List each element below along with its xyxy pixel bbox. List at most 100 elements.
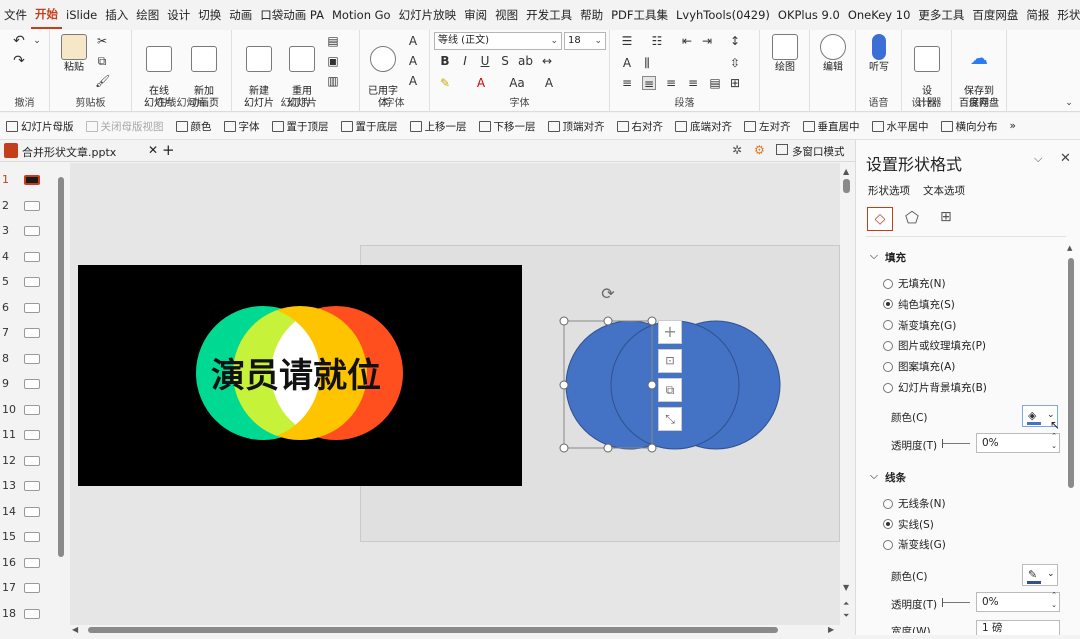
toolbar-button-12[interactable]: 垂直居中 <box>797 119 866 134</box>
line-option-0[interactable]: 无线条(N) <box>883 496 946 511</box>
toolbar-button-2[interactable]: 颜色 <box>170 119 218 134</box>
outdent-icon[interactable]: ⇥ <box>700 34 714 48</box>
align-center-icon[interactable]: ≡ <box>642 76 656 91</box>
italic-icon[interactable]: I <box>458 54 472 68</box>
toolbar-button-3[interactable]: 字体 <box>218 119 266 134</box>
thumb-scrollbar[interactable] <box>57 165 65 630</box>
scroll-up-icon[interactable]: ▲ <box>1067 244 1072 252</box>
undo-icon[interactable]: ↶ <box>12 34 26 48</box>
paste-button[interactable]: 粘贴 <box>56 34 92 74</box>
menu-tab-22[interactable]: 形状 <box>1053 0 1080 30</box>
scroll-left-icon[interactable]: ◀ <box>72 625 78 634</box>
slide-thumbnail[interactable]: 11 <box>0 424 56 448</box>
slide-thumbnail[interactable]: 13 <box>0 475 56 499</box>
menu-tab-0[interactable]: 文件 <box>0 0 31 30</box>
text-direction-icon[interactable]: A <box>620 56 634 70</box>
toolbar-button-13[interactable]: 水平居中 <box>866 119 935 134</box>
slide-thumbnail[interactable]: 17 <box>0 577 56 601</box>
new-tab-icon[interactable]: + <box>162 141 175 159</box>
menu-tab-7[interactable]: 动画 <box>225 0 256 30</box>
slide-thumbnail[interactable]: 9 <box>0 373 56 397</box>
tab-text-options[interactable]: 文本选项 <box>923 183 965 198</box>
char-spacing-icon[interactable]: ↔ <box>540 54 554 68</box>
menu-tab-20[interactable]: 百度网盘 <box>968 0 1022 30</box>
fill-radio[interactable] <box>883 278 893 289</box>
columns-icon[interactable]: ⫼ <box>640 56 654 70</box>
line-radio[interactable] <box>883 519 893 529</box>
clear-format-icon[interactable]: A <box>542 76 556 90</box>
slide-thumbnail[interactable]: 2 <box>0 195 56 219</box>
strikethrough-icon[interactable]: ab <box>518 54 533 68</box>
slide-thumbnail[interactable]: 6 <box>0 297 56 321</box>
scroll-right-icon[interactable]: ▶ <box>828 625 834 634</box>
fill-line-icon[interactable]: ◇ <box>867 207 893 231</box>
slide-thumbnail[interactable]: 3 <box>0 220 56 244</box>
close-pane-icon[interactable]: ✕ <box>1060 151 1071 166</box>
toolbar-button-14[interactable]: 横向分布 <box>935 119 1004 134</box>
spinner-icon[interactable]: ⌃ ⌄ <box>1051 590 1057 610</box>
highlight-icon[interactable]: ✎ <box>438 76 452 90</box>
change-case-icon[interactable]: Aa <box>506 76 528 90</box>
arrange-icon[interactable]: ⧉ <box>658 378 682 402</box>
scroll-up-icon[interactable]: ▲ <box>843 167 849 176</box>
slide-thumbnail[interactable]: 5 <box>0 271 56 295</box>
menu-tab-2[interactable]: iSlide <box>62 0 101 30</box>
slide-thumbnail[interactable]: 18 <box>0 603 56 627</box>
slide-thumbnail[interactable]: 10 <box>0 399 56 423</box>
menu-tab-16[interactable]: LvyhTools(0429) <box>672 0 774 30</box>
line-option-2[interactable]: 渐变线(G) <box>883 537 946 552</box>
section-icon[interactable]: ▥ <box>326 74 340 88</box>
slide-thumbnail[interactable]: 12 <box>0 450 56 474</box>
format-painter-icon[interactable]: 🖌 <box>95 74 110 88</box>
dictate-button[interactable]: 听写 <box>862 34 896 74</box>
menu-tab-6[interactable]: 切换 <box>194 0 225 30</box>
pane-scrollbar-thumb[interactable] <box>1068 258 1074 488</box>
fill-option-0[interactable]: 无填充(N) <box>883 276 946 291</box>
slide-thumbnail[interactable]: 15 <box>0 526 56 550</box>
toolbar-button-5[interactable]: 置于底层 <box>335 119 404 134</box>
edit-button[interactable]: 编辑 <box>816 34 850 74</box>
add-icon[interactable]: + <box>658 320 682 344</box>
justify-icon[interactable]: ≡ <box>686 76 700 90</box>
font-size-select[interactable]: 18 ⌄ <box>564 32 606 50</box>
menu-tab-13[interactable]: 开发工具 <box>522 0 576 30</box>
toolbar-button-7[interactable]: 下移一层 <box>473 119 542 134</box>
document-tab-title[interactable]: 合并形状文章.pptx <box>22 144 116 160</box>
toolbar-button-4[interactable]: 置于顶层 <box>266 119 335 134</box>
slide-thumbnail[interactable]: 14 <box>0 501 56 525</box>
toolbar-button-11[interactable]: 左对齐 <box>738 119 797 134</box>
numbering-icon[interactable]: ☷ <box>650 34 664 48</box>
align-text-icon[interactable]: ⇳ <box>728 56 742 70</box>
sparkle-icon[interactable]: ✲ <box>732 143 742 157</box>
bold-icon[interactable]: B <box>438 54 452 68</box>
menu-tab-14[interactable]: 帮助 <box>576 0 607 30</box>
vertical-scrollbar-thumb[interactable] <box>843 179 850 193</box>
gear-icon[interactable]: ⚙ <box>754 143 765 157</box>
slide-thumbnail[interactable]: 8 <box>0 348 56 372</box>
horizontal-scrollbar[interactable]: ◀ ▶ <box>70 625 840 635</box>
effects-icon[interactable]: ⬠ <box>905 208 919 227</box>
pane-scrollbar[interactable]: ▲ <box>1066 244 1076 632</box>
undo-dropdown-icon[interactable]: ⌄ <box>30 34 44 48</box>
fill-option-5[interactable]: 幻灯片背景填充(B) <box>883 380 987 395</box>
slide-thumbnail[interactable]: 1 <box>0 169 56 193</box>
menu-tab-3[interactable]: 插入 <box>101 0 132 30</box>
layout-options-icon[interactable]: ⊡ <box>658 349 682 373</box>
toolbar-button-15[interactable]: » <box>1004 120 1022 132</box>
fill-section-header[interactable]: 填充 <box>885 250 906 265</box>
bullets-icon[interactable]: ☰ <box>620 34 634 48</box>
slide-thumbnail[interactable]: 4 <box>0 246 56 270</box>
redo-icon[interactable]: ↷ <box>12 54 26 68</box>
menu-tab-10[interactable]: 幻灯片放映 <box>395 0 461 30</box>
line-spacing-icon[interactable]: ↕ <box>728 34 742 48</box>
line-radio[interactable] <box>883 539 893 550</box>
collapse-ribbon-icon[interactable]: ⌄ <box>1062 96 1076 110</box>
scroll-down-icon[interactable]: ▼ <box>843 583 849 592</box>
multiwindow-button[interactable]: 多窗口模式 <box>792 144 845 159</box>
toolbar-button-0[interactable]: 幻灯片母版 <box>0 119 80 134</box>
line-transparency-input[interactable]: 0% ⌃ ⌄ <box>976 590 1060 612</box>
toolbar-button-9[interactable]: 右对齐 <box>611 119 670 134</box>
fill-option-2[interactable]: 渐变填充(G) <box>883 318 956 333</box>
close-tab-icon[interactable]: ✕ <box>148 143 158 157</box>
font-grow-icon[interactable]: A <box>406 54 420 68</box>
